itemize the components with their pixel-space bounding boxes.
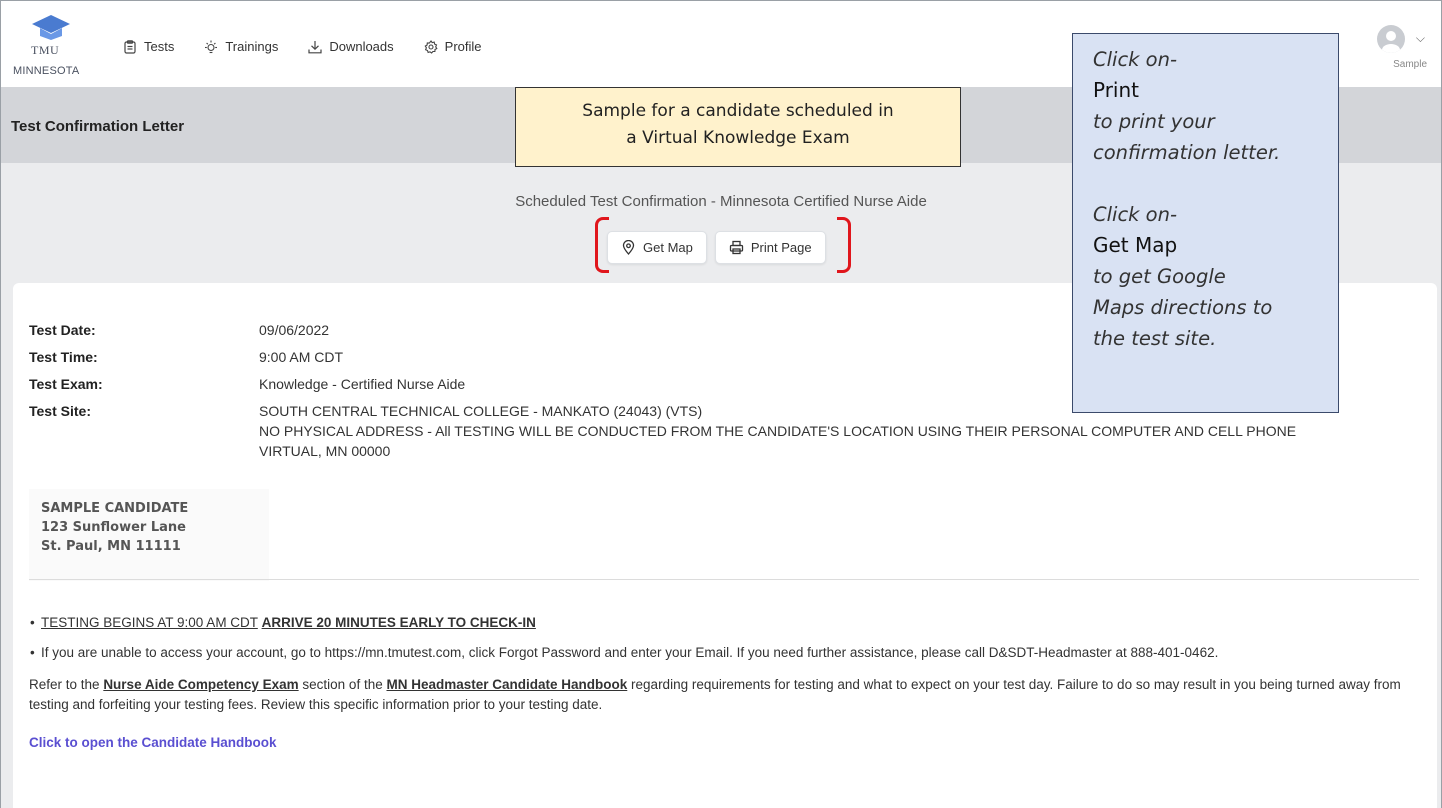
clipboard-icon [124,39,136,54]
chevron-down-icon[interactable]: ⌵ [1416,31,1425,46]
logo-text: TMU [31,43,60,57]
handbook-reference: Refer to the Nurse Aide Competency Exam … [29,675,1429,715]
highlight-bracket-left [595,217,609,273]
location-pin-icon [622,240,635,255]
nav-item-label: Profile [444,39,482,54]
click-on-print-text: Click on- [1093,48,1177,71]
candidate-handbook-link[interactable]: MN Headmaster Candidate Handbook [386,677,627,692]
user-menu[interactable]: ⌵ Sample [1367,25,1427,75]
browser-frame: TMU MINNESOTA Tests Trainings Downloads … [0,0,1442,808]
test-time-label: Test Time: [29,349,98,365]
logo-state: MINNESOTA [13,65,80,77]
test-notes: TESTING BEGINS AT 9:00 AM CDT ARRIVE 20 … [29,613,1429,753]
nav-item-label: Downloads [329,39,394,54]
nav-item-tests[interactable]: Tests [123,39,174,54]
nav-item-trainings[interactable]: Trainings [204,39,278,54]
nav-item-profile[interactable]: Profile [424,39,482,54]
map-desc-line2: Maps directions to [1093,296,1273,319]
page-title: Test Confirmation Letter [11,118,185,135]
test-time-value: 9:00 AM CDT [259,349,344,365]
print-desc-line2: confirmation letter. [1093,141,1281,164]
map-desc-line3: the test site. [1093,327,1217,350]
tmu-logo[interactable]: TMU MINNESOTA [13,13,93,83]
gear-icon [424,39,438,54]
map-desc-line1: to get Google [1093,265,1226,288]
user-icon [1382,31,1400,53]
download-icon [308,40,322,53]
get-map-button[interactable]: Get Map [607,231,707,264]
username: Sample [1393,59,1427,70]
sample-callout-line2: a Virtual Knowledge Exam [626,128,850,148]
note-account-access: If you are unable to access your account… [29,643,1429,663]
print-keyword: Print [1093,78,1140,102]
get-map-keyword: Get Map [1093,233,1178,257]
test-date-label: Test Date: [29,322,96,338]
lightbulb-icon [205,40,218,53]
print-desc-line1: to print your [1093,110,1215,133]
print-label: Print Page [750,240,812,255]
open-handbook-link[interactable]: Click to open the Candidate Handbook [29,733,1429,753]
site-city: VIRTUAL, MN 00000 [259,443,391,459]
nav-item-label: Tests [144,39,175,54]
test-exam-label: Test Exam: [29,376,103,392]
nav-item-downloads[interactable]: Downloads [308,39,394,54]
nav-item-label: Trainings [225,39,279,54]
arrive-early-text: ARRIVE 20 MINUTES EARLY TO CHECK-IN [261,615,536,630]
get-map-label: Get Map [643,240,693,255]
instructions-callout: Click on- Print to print your confirmati… [1072,33,1339,413]
test-exam-value: Knowledge - Certified Nurse Aide [259,376,466,392]
sample-callout-line1: Sample for a candidate scheduled in [582,101,894,121]
divider [29,579,1419,580]
candidate-address: SAMPLE CANDIDATE 123 Sunflower Lane St. … [29,489,269,581]
testing-begins-text: TESTING BEGINS AT 9:00 AM CDT [41,615,258,630]
graduation-cap-icon [32,15,70,40]
competency-exam-link[interactable]: Nurse Aide Competency Exam [103,677,298,692]
nav-menu: Tests Trainings Downloads Profile [123,39,482,54]
site-address: NO PHYSICAL ADDRESS - All TESTING WILL B… [259,423,1297,439]
highlight-bracket-right [837,217,851,273]
test-site-label: Test Site: [29,403,91,419]
candidate-street: 123 Sunflower Lane [41,520,186,535]
avatar[interactable] [1377,25,1405,53]
candidate-city: St. Paul, MN 11111 [41,539,181,554]
click-on-map-text: Click on- [1093,203,1177,226]
candidate-name: SAMPLE CANDIDATE [41,501,189,516]
printer-icon [729,240,744,255]
test-date-value: 09/06/2022 [259,322,330,338]
note-testing-begins: TESTING BEGINS AT 9:00 AM CDT ARRIVE 20 … [29,613,1429,633]
refer-pre: Refer to the [29,677,100,692]
print-page-button[interactable]: Print Page [714,231,826,264]
action-buttons: Get Map Print Page [607,231,826,264]
sample-callout: Sample for a candidate scheduled in a Vi… [515,87,961,167]
refer-mid: section of the [302,677,383,692]
